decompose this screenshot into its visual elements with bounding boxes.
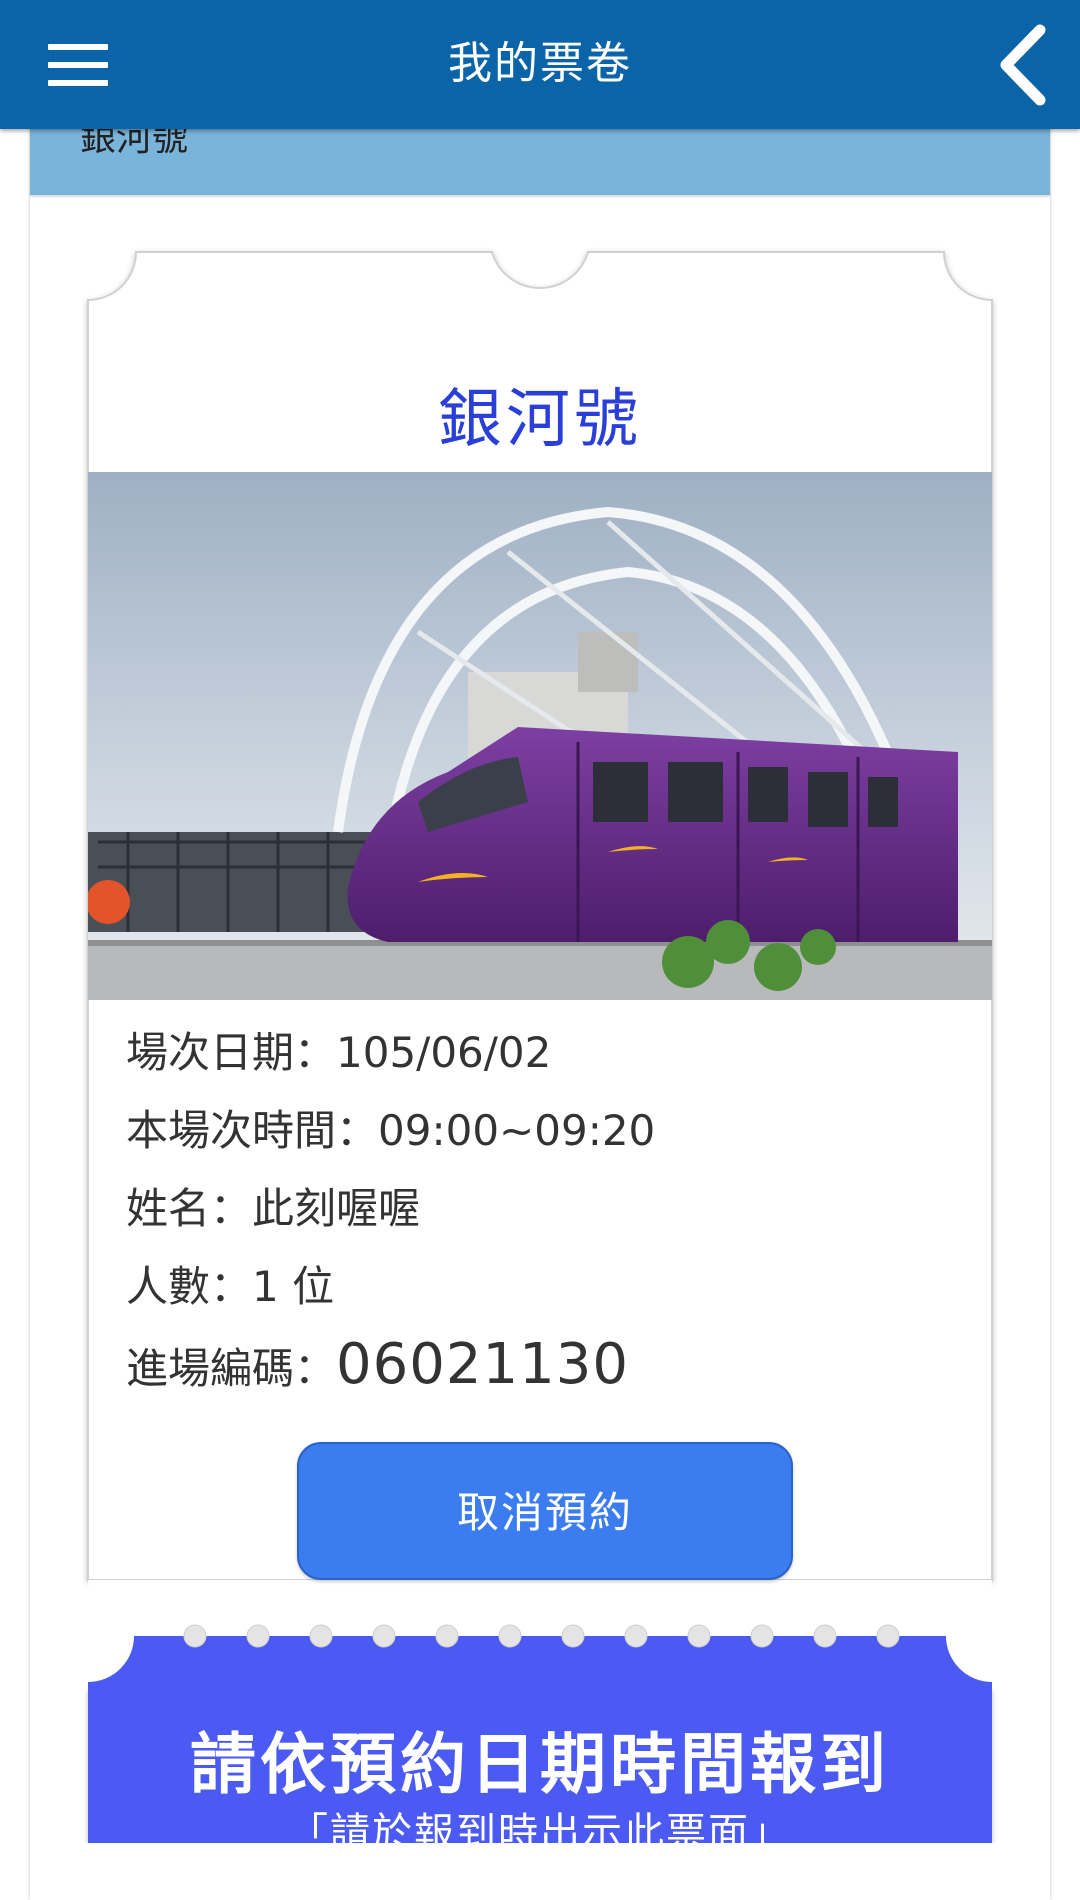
- info-people-value: 1 位: [252, 1262, 335, 1311]
- info-date: 場次日期：105/06/02: [126, 1026, 551, 1080]
- info-entry-code: 進場編碼：06021130: [126, 1337, 629, 1396]
- chevron-left-icon[interactable]: [996, 22, 1052, 108]
- app-bar: 我的票卷: [0, 0, 1080, 129]
- ticket-photo: [88, 472, 992, 1000]
- monorail-train-image: [88, 472, 992, 1000]
- notice-title: 請依預約日期時間報到: [190, 1726, 890, 1803]
- info-date-label: 場次日期：: [126, 1028, 337, 1077]
- info-name-value: 此刻喔喔: [252, 1184, 421, 1233]
- ticket-title: 銀河號: [438, 383, 642, 457]
- info-name-label: 姓名：: [126, 1184, 253, 1233]
- info-time-value: 09:00~09:20: [378, 1106, 656, 1155]
- info-entry-code-label: 進場編碼：: [126, 1344, 337, 1393]
- info-name: 姓名：此刻喔喔: [126, 1182, 420, 1236]
- info-people: 人數：1 位: [126, 1260, 334, 1314]
- info-time-label: 本場次時間：: [126, 1106, 379, 1155]
- info-people-label: 人數：: [126, 1262, 253, 1311]
- info-entry-code-value: 06021130: [336, 1332, 630, 1397]
- page-title: 我的票卷: [448, 38, 632, 89]
- info-date-value: 105/06/02: [336, 1028, 552, 1077]
- cancel-reservation-button[interactable]: 取消預約: [297, 1442, 793, 1580]
- notice-subtitle: 「請於報到時出示此票面」: [288, 1810, 792, 1856]
- info-time: 本場次時間：09:00~09:20: [126, 1104, 655, 1158]
